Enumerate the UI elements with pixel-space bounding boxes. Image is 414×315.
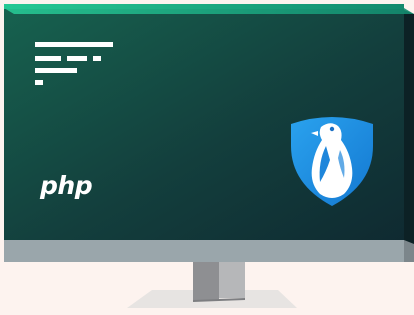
monitor-side	[404, 10, 414, 262]
monitor-chin	[4, 240, 404, 262]
monitor-stand	[193, 262, 245, 302]
php-logo-text: php	[40, 171, 93, 200]
monitor-graphic	[4, 4, 414, 308]
monitor-illustration: php	[0, 0, 414, 315]
